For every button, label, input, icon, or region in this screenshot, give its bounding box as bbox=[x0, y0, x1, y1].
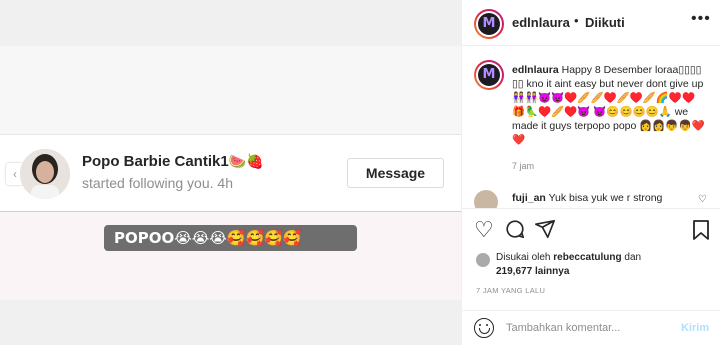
send-button[interactable]: Kirim bbox=[681, 322, 709, 334]
caption-username[interactable]: edlnlaura bbox=[512, 64, 559, 76]
media-band-mid bbox=[0, 46, 461, 134]
bookmark-icon[interactable] bbox=[691, 219, 711, 246]
notification-username: Popo Barbie Cantik1🍉🍓 bbox=[82, 153, 264, 170]
comment-like-heart-icon[interactable]: ♡ bbox=[698, 194, 707, 205]
add-comment-bar: Tambahkan komentar... Kirim bbox=[462, 310, 720, 345]
likes-suffix[interactable]: lainnya bbox=[535, 266, 569, 277]
heart-icon[interactable]: ♡ bbox=[474, 217, 494, 243]
post-header: M edlnlaura • Diikuti ••• bbox=[462, 0, 720, 46]
post-sidebar: M edlnlaura • Diikuti ••• M edlnlaura Ha… bbox=[461, 0, 720, 345]
comment-input[interactable]: Tambahkan komentar... bbox=[506, 322, 620, 334]
header-separator: • bbox=[574, 13, 579, 28]
follow-status-button[interactable]: Diikuti bbox=[585, 15, 625, 30]
caption-text-block: edlnlaura Happy 8 Desember loraa▯▯▯▯ ▯▯ … bbox=[512, 63, 708, 147]
follow-notification-screenshot: ‹ Popo Barbie Cantik1🍉🍓 started followin… bbox=[0, 134, 461, 212]
notification-action-text: started following you. bbox=[82, 175, 214, 191]
text-sticker: POPOO😭😭😭🥰🥰🥰🥰 bbox=[104, 225, 357, 251]
liker-avatar bbox=[476, 253, 490, 267]
likes-joiner: dan bbox=[624, 252, 642, 263]
profile-avatar-ring[interactable]: M bbox=[474, 9, 504, 39]
caption-time: 7 jam bbox=[512, 161, 535, 171]
more-dots-icon[interactable]: ••• bbox=[691, 10, 711, 28]
post-timestamp[interactable]: 7 JAM YANG LALU bbox=[476, 286, 545, 295]
likes-summary: Disukai oleh rebeccatulung dan 219,677 l… bbox=[462, 250, 720, 280]
header-username[interactable]: edlnlaura bbox=[512, 15, 570, 30]
caption-text: Happy 8 Desember loraa▯▯▯▯ ▯▯ kno it ain… bbox=[512, 64, 705, 146]
likes-prefix: Disukai oleh bbox=[496, 252, 551, 263]
message-button: Message bbox=[347, 158, 444, 188]
comment-row: fuji_an Yuk bisa yuk we r strong ♡ bbox=[462, 186, 720, 208]
post-actions: ♡ bbox=[462, 208, 720, 250]
liker-username[interactable]: rebeccatulung bbox=[553, 252, 621, 263]
emoji-smile-icon[interactable] bbox=[474, 318, 494, 338]
comment-username[interactable]: fuji_an bbox=[512, 192, 546, 204]
post-media[interactable]: ‹ Popo Barbie Cantik1🍉🍓 started followin… bbox=[0, 0, 461, 345]
likes-line-1: Disukai oleh rebeccatulung dan bbox=[496, 252, 641, 263]
comment-text-block: fuji_an Yuk bisa yuk we r strong bbox=[512, 192, 662, 204]
notification-username-emoji: 🍉🍓 bbox=[228, 153, 264, 169]
avatar bbox=[20, 149, 70, 199]
post-caption: M edlnlaura Happy 8 Desember loraa▯▯▯▯ ▯… bbox=[462, 56, 720, 206]
likes-count[interactable]: 219,677 bbox=[496, 266, 532, 277]
media-band-bottom bbox=[0, 300, 461, 345]
caption-avatar-ring[interactable]: M bbox=[474, 60, 504, 90]
avatar-logo-icon: M bbox=[478, 64, 500, 86]
notification-time: 4h bbox=[217, 175, 233, 191]
instagram-post-view: ‹ Popo Barbie Cantik1🍉🍓 started followin… bbox=[0, 0, 720, 345]
notification-username-text: Popo Barbie Cantik1 bbox=[82, 153, 229, 170]
likes-line-2[interactable]: 219,677 lainnya bbox=[496, 266, 569, 277]
comment-text: Yuk bisa yuk we r strong bbox=[548, 192, 663, 204]
avatar-logo-icon: M bbox=[478, 13, 500, 35]
notification-action: started following you. 4h bbox=[82, 175, 233, 191]
media-band-top bbox=[0, 0, 461, 46]
comment-icon[interactable] bbox=[504, 218, 526, 245]
share-icon[interactable] bbox=[534, 218, 556, 245]
avatar-inner: M bbox=[476, 62, 502, 88]
commenter-avatar[interactable] bbox=[474, 190, 498, 208]
avatar-inner: M bbox=[476, 11, 502, 37]
